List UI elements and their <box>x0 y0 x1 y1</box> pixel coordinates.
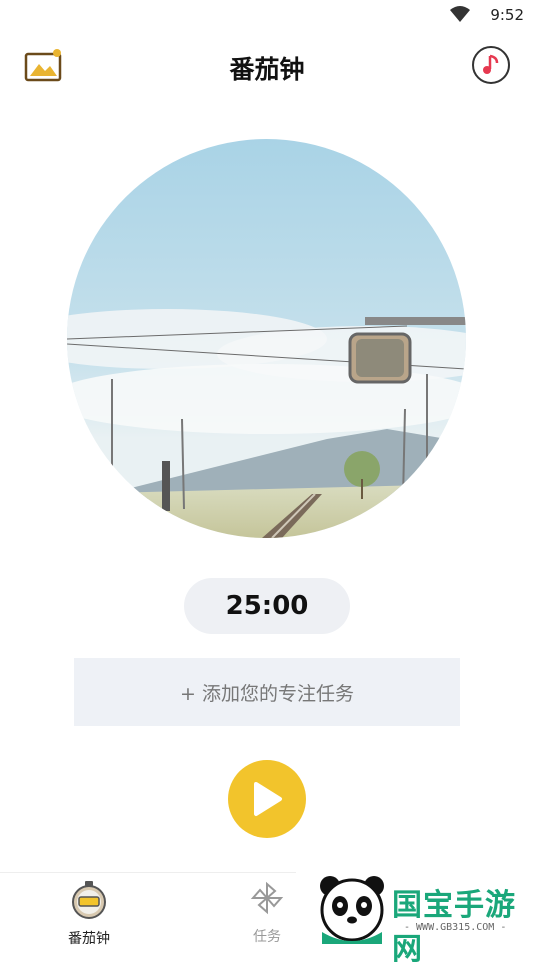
music-note-icon <box>483 54 499 74</box>
add-task-button[interactable]: + 添加您的专注任务 <box>74 658 460 726</box>
status-bar: 9:52 <box>0 0 534 30</box>
wifi-icon <box>450 6 470 22</box>
play-icon <box>254 782 282 816</box>
cover-image[interactable] <box>67 139 466 538</box>
header: 番茄钟 <box>0 40 534 90</box>
panda-logo-icon <box>320 876 384 944</box>
railway-scene-image <box>67 139 466 538</box>
music-button[interactable] <box>472 46 510 84</box>
watermark-url: - WWW.GB315.COM - <box>404 922 507 933</box>
tab-pomodoro[interactable]: 番茄钟 <box>44 881 134 948</box>
pinwheel-icon <box>250 881 284 915</box>
page-title: 番茄钟 <box>229 55 305 84</box>
stopwatch-icon <box>72 881 106 919</box>
play-button[interactable] <box>228 760 306 838</box>
tab-label: 番茄钟 <box>68 931 110 947</box>
site-watermark: 国宝手游网 - WWW.GB315.COM - <box>296 858 534 967</box>
timer-display[interactable]: 25:00 <box>184 578 350 634</box>
status-time: 9:52 <box>490 6 524 24</box>
